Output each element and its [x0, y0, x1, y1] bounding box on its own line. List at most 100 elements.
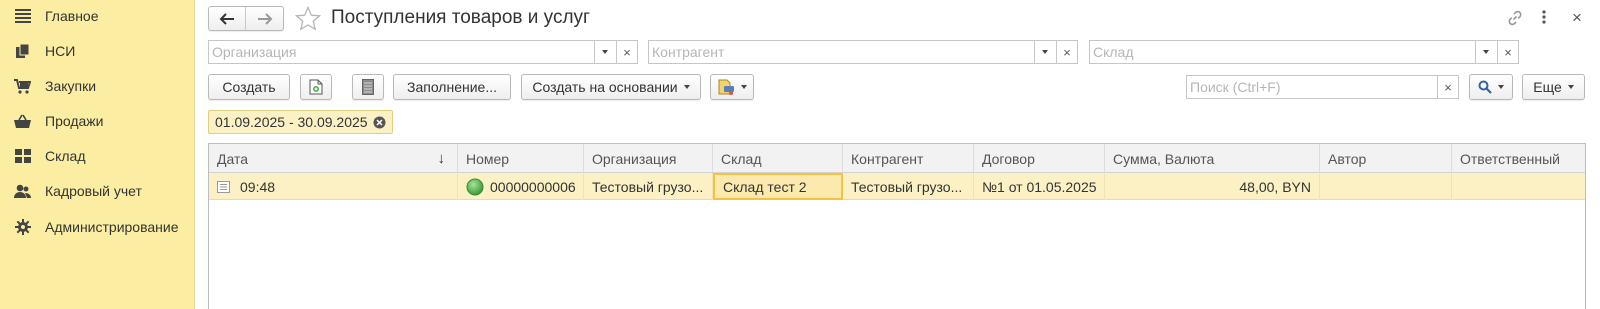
- print-menu-button[interactable]: [710, 74, 754, 100]
- warehouse-grid-icon: [14, 148, 31, 164]
- organization-filter[interactable]: ×: [208, 40, 638, 64]
- sidebar-item-label: Закупки: [45, 78, 97, 94]
- counterparty-clear-button[interactable]: ×: [1056, 41, 1077, 63]
- chevron-down-icon: [602, 50, 608, 54]
- copy-document-button[interactable]: [300, 74, 332, 100]
- remove-filter-icon[interactable]: [373, 116, 386, 129]
- column-label: Договор: [982, 150, 1035, 167]
- people-icon: [14, 183, 31, 199]
- column-header-amount[interactable]: Сумма, Валюта: [1105, 144, 1320, 173]
- cart-icon: [14, 78, 31, 94]
- close-icon[interactable]: ×: [1572, 8, 1582, 28]
- warehouse-filter[interactable]: ×: [1089, 40, 1519, 64]
- arrow-left-icon: [219, 12, 234, 25]
- documents-table: Дата ↓ Номер Организация Склад Контраген…: [208, 143, 1586, 309]
- warehouse-clear-button[interactable]: ×: [1497, 41, 1518, 63]
- period-label: 01.09.2025 - 30.09.2025: [215, 114, 368, 130]
- more-button-label: Еще: [1533, 79, 1562, 95]
- table-header: Дата ↓ Номер Организация Склад Контраген…: [209, 144, 1585, 173]
- navigation-buttons: [208, 6, 284, 31]
- sidebar-item-purchases[interactable]: Закупки: [0, 71, 195, 101]
- cell-text: Тестовый грузо...: [851, 178, 963, 195]
- sidebar-item-hr[interactable]: Кадровый учет: [0, 176, 195, 206]
- new-document-icon: [309, 79, 323, 95]
- sidebar-item-main[interactable]: Главное: [0, 1, 195, 31]
- more-actions-icon[interactable]: [1541, 9, 1547, 28]
- column-label: Склад: [721, 150, 762, 167]
- search-icon: [1478, 80, 1492, 94]
- column-header-contract[interactable]: Договор: [974, 144, 1105, 173]
- sidebar-item-label: Главное: [45, 8, 99, 24]
- sidebar-item-sales[interactable]: Продажи: [0, 106, 195, 136]
- clear-icon: ×: [1063, 44, 1071, 60]
- sidebar-item-label: Кадровый учет: [45, 183, 142, 199]
- organization-filter-input[interactable]: [209, 41, 594, 63]
- sort-descending-icon: ↓: [437, 150, 446, 167]
- column-header-organization[interactable]: Организация: [584, 144, 713, 173]
- sidebar-item-label: Склад: [45, 148, 86, 164]
- arrow-right-icon: [257, 12, 272, 25]
- fill-button[interactable]: Заполнение...: [393, 74, 511, 100]
- document-icon: [217, 180, 230, 193]
- cell-text: Тестовый грузо...: [592, 178, 704, 195]
- column-header-author[interactable]: Автор: [1320, 144, 1452, 173]
- cell-author[interactable]: [1320, 173, 1452, 200]
- cell-responsible[interactable]: [1452, 173, 1587, 200]
- basket-icon: [14, 113, 31, 129]
- cell-contract[interactable]: №1 от 01.05.2025: [974, 173, 1105, 200]
- cell-organization[interactable]: Тестовый грузо...: [584, 173, 713, 200]
- sidebar-item-warehouse[interactable]: Склад: [0, 141, 195, 171]
- warehouse-dropdown-button[interactable]: [1475, 41, 1496, 63]
- warehouse-filter-input[interactable]: [1090, 41, 1475, 63]
- column-header-responsible[interactable]: Ответственный: [1452, 144, 1587, 173]
- more-button[interactable]: Еще: [1522, 74, 1585, 100]
- counterparty-dropdown-button[interactable]: [1034, 41, 1055, 63]
- organization-dropdown-button[interactable]: [594, 41, 615, 63]
- chevron-down-icon: [1498, 85, 1504, 89]
- cell-text: Склад тест 2: [723, 178, 807, 195]
- column-header-counterparty[interactable]: Контрагент: [843, 144, 974, 173]
- page-title: Поступления товаров и услуг: [331, 7, 590, 28]
- counterparty-filter[interactable]: ×: [648, 40, 1078, 64]
- sidebar: Главное НСИ Закупки Продажи Склад Кадров…: [0, 0, 195, 309]
- search-button[interactable]: [1469, 74, 1513, 100]
- clear-icon: ×: [1444, 79, 1452, 95]
- column-header-number[interactable]: Номер: [458, 144, 584, 173]
- sidebar-item-administration[interactable]: Администрирование: [0, 212, 195, 242]
- document-journal-button[interactable]: [352, 74, 384, 100]
- create-button-label: Создать: [222, 79, 276, 95]
- sidebar-item-label: НСИ: [45, 43, 76, 59]
- chevron-down-icon: [1042, 50, 1048, 54]
- column-label: Контрагент: [851, 150, 924, 167]
- counterparty-filter-input[interactable]: [649, 41, 1034, 63]
- search-input[interactable]: [1187, 76, 1437, 98]
- favorite-star-icon[interactable]: [294, 5, 322, 34]
- clear-icon: ×: [623, 44, 631, 60]
- create-based-on-button[interactable]: Создать на основании: [521, 74, 701, 100]
- cell-date[interactable]: 09:48: [209, 173, 458, 200]
- print-document-icon: [718, 79, 734, 95]
- fill-button-label: Заполнение...: [407, 79, 497, 95]
- gear-icon: [14, 219, 31, 235]
- column-label: Дата: [217, 150, 249, 167]
- forward-button[interactable]: [246, 7, 283, 30]
- column-header-warehouse[interactable]: Склад: [713, 144, 843, 173]
- search-field[interactable]: ×: [1186, 75, 1459, 99]
- cell-amount[interactable]: 48,00, BYN: [1105, 173, 1320, 200]
- create-button[interactable]: Создать: [208, 74, 290, 100]
- period-filter-chip[interactable]: 01.09.2025 - 30.09.2025: [208, 110, 393, 134]
- table-row[interactable]: 09:48 00000000006 Тестовый грузо... Скла…: [209, 173, 1585, 200]
- column-label: Номер: [466, 150, 510, 167]
- column-label: Ответственный: [1460, 150, 1560, 167]
- cell-counterparty[interactable]: Тестовый грузо...: [843, 173, 974, 200]
- sidebar-item-nsi[interactable]: НСИ: [0, 36, 195, 66]
- search-clear-button[interactable]: ×: [1437, 76, 1458, 98]
- link-icon[interactable]: [1506, 9, 1524, 30]
- organization-clear-button[interactable]: ×: [616, 41, 637, 63]
- cell-warehouse-focused[interactable]: Склад тест 2: [713, 173, 843, 200]
- back-button[interactable]: [209, 7, 247, 30]
- column-header-date[interactable]: Дата ↓: [209, 144, 458, 173]
- cell-text: 00000000006: [490, 178, 576, 195]
- cell-number[interactable]: 00000000006: [458, 173, 584, 200]
- create-based-on-label: Создать на основании: [532, 79, 678, 95]
